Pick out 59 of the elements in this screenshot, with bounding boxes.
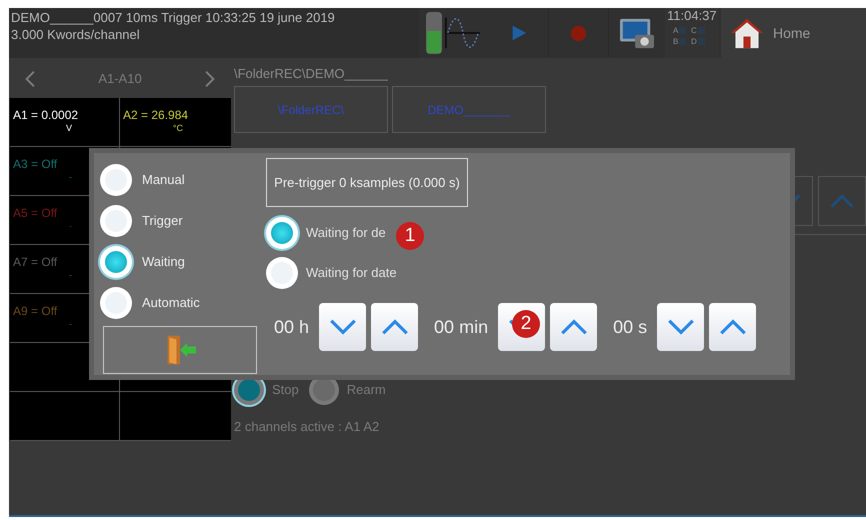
recording-title: DEMO______0007 10ms Trigger 10:33:25 19 june 2019 xyxy=(11,10,336,26)
increase-button[interactable] xyxy=(550,303,598,351)
channel-unit: - xyxy=(69,220,72,232)
radio-button[interactable] xyxy=(100,246,132,278)
recording-rate: 3.000 Kwords/channel xyxy=(11,26,141,43)
option-label: Rearm xyxy=(346,381,386,400)
wait-option-label: Waiting for de xyxy=(306,224,386,242)
channel-cell[interactable]: A1 = 0.0002 V xyxy=(10,98,120,146)
radio-button[interactable] xyxy=(100,204,132,236)
radio-button[interactable] xyxy=(100,286,132,318)
status-text: 2 channels active : A1 A2 xyxy=(234,418,380,436)
decrease-button[interactable] xyxy=(657,303,704,351)
chevron-up-icon xyxy=(829,193,855,209)
channel-value: A7 = Off xyxy=(13,255,58,269)
chevron-up-icon xyxy=(558,318,589,336)
channel-unit: - xyxy=(69,269,72,281)
folder-path: \FolderREC\DEMO______ xyxy=(234,65,389,83)
channel-range-label: A1-A10 xyxy=(98,70,142,88)
indicator-label: A xyxy=(673,25,678,36)
channel-unit: - xyxy=(69,171,72,183)
channel-unit: V xyxy=(66,122,72,134)
channel-unit: °C xyxy=(172,122,183,134)
mode-label: Manual xyxy=(142,170,185,189)
chevron-down-icon xyxy=(328,318,358,336)
channel-value: A5 = Off xyxy=(13,206,58,220)
pretrigger-button[interactable]: Pre-trigger 0 ksamples (0.000 s) xyxy=(266,158,468,207)
channel-value: A1 = 0.0002 xyxy=(13,108,80,122)
decrease-button[interactable] xyxy=(319,303,366,351)
option-label: Stop xyxy=(272,381,299,400)
radio-button[interactable] xyxy=(100,164,132,196)
exit-button[interactable] xyxy=(103,326,257,374)
increase-button[interactable] xyxy=(371,303,418,351)
channel-value: A3 = Off xyxy=(13,157,58,171)
mode-label: Automatic xyxy=(142,294,200,312)
radio-button[interactable] xyxy=(266,217,298,249)
channel-value: A9 = Off xyxy=(13,304,58,318)
channel-cell[interactable]: A2 = 26.984 °C xyxy=(120,98,230,146)
chevron-up-icon xyxy=(380,318,410,336)
house-icon xyxy=(729,17,765,49)
wait-option-label: Waiting for date xyxy=(306,264,397,282)
channel-unit: - xyxy=(69,318,72,330)
indicator-label: C xyxy=(691,25,697,36)
record-icon xyxy=(570,24,587,42)
time-value: 00 min xyxy=(434,316,488,338)
clock-time: 11:04:37 xyxy=(667,8,717,24)
indicator-label: D xyxy=(691,36,697,47)
channel-value: A2 = 26.984 xyxy=(123,108,190,122)
mode-label: Waiting xyxy=(142,252,185,271)
chevron-up-icon xyxy=(718,318,748,336)
monitor-camera-icon xyxy=(618,16,656,50)
time-value: 00 s xyxy=(613,316,648,338)
time-value: 00 h xyxy=(274,316,310,338)
mode-label: Trigger xyxy=(142,212,183,230)
chevron-down-icon xyxy=(666,318,696,336)
radio-button[interactable] xyxy=(266,257,298,289)
indicator-label: B xyxy=(673,36,678,47)
increase-button[interactable] xyxy=(709,303,756,351)
home-button[interactable]: Home xyxy=(721,8,866,58)
play-icon xyxy=(510,24,528,42)
